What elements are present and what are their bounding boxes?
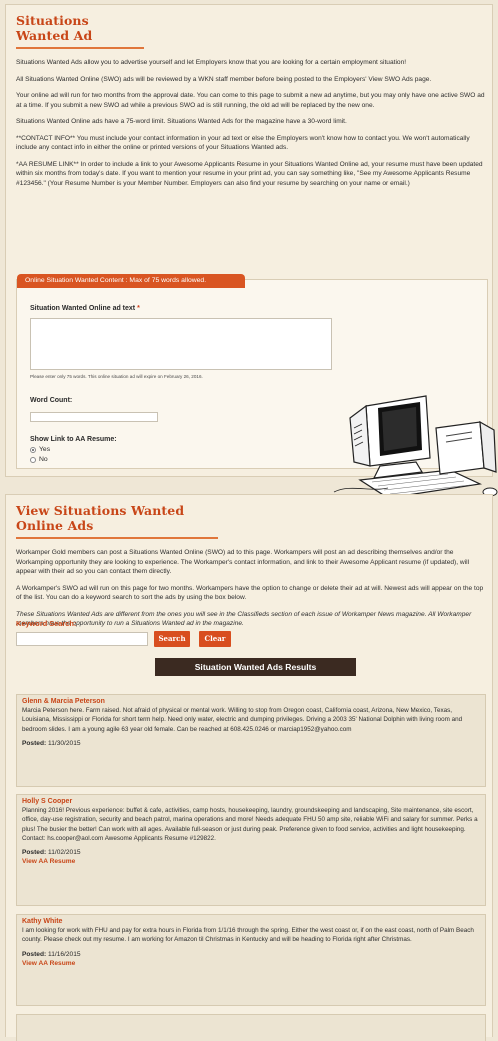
ad-card: Kathy White I am looking for work with F… xyxy=(16,914,486,1006)
resume-link-label: Show Link to AA Resume: xyxy=(30,436,117,443)
word-count-label: Word Count: xyxy=(30,397,73,404)
ad-text: Marcia Peterson here. Farm raised. Not a… xyxy=(22,707,463,733)
ad-text: Planning 2016! Previous experience: buff… xyxy=(22,807,478,842)
magazine-note: These Situations Wanted Ads are differen… xyxy=(16,610,472,628)
view-section-title: View Situations Wanted Online Ads xyxy=(16,503,218,539)
run-length-paragraph: A Workamper's SWO ad will run on this pa… xyxy=(16,584,484,602)
page-title: Situations Wanted Ad xyxy=(16,13,144,49)
ad-text-label: Situation Wanted Online ad text * xyxy=(30,305,140,312)
posted-date: 11/30/2015 xyxy=(48,739,81,747)
clear-button[interactable]: Clear xyxy=(199,631,231,647)
radio-no-label: No xyxy=(39,456,48,463)
word-limit-hint: Please enter only 75 words. This online … xyxy=(30,374,203,379)
view-resume-link[interactable]: View AA Resume xyxy=(22,858,479,865)
ad-posted: Posted: 11/30/2015 xyxy=(22,740,479,747)
ad-text-area[interactable] xyxy=(30,318,332,370)
ad-posted: Posted: 11/02/2015 xyxy=(22,849,479,856)
ad-name: Kathy White xyxy=(22,918,63,925)
resume-link-paragraph: *AA RESUME LINK** In order to include a … xyxy=(16,160,483,187)
review-paragraph: All Situations Wanted Online (SWO) ads w… xyxy=(16,75,432,83)
keyword-search-label: Keyword Search: xyxy=(16,619,77,628)
posted-label: Posted: xyxy=(22,849,47,857)
search-button[interactable]: Search xyxy=(154,631,190,647)
word-limit-paragraph: Situations Wanted Online ads have a 75-w… xyxy=(16,118,347,125)
ad-card: Glenn & Marcia Peterson Marcia Peterson … xyxy=(16,694,486,787)
view-situations-panel: View Situations Wanted Online Ads Workam… xyxy=(5,494,493,1041)
computer-illustration xyxy=(333,395,498,499)
ad-card xyxy=(16,1014,486,1041)
radio-no[interactable]: No xyxy=(30,456,48,463)
members-paragraph: Workamper Gold members can post a Situat… xyxy=(16,549,470,575)
ad-text: I am looking for work with FHU and pay f… xyxy=(22,927,474,944)
view-resume-link[interactable]: View AA Resume xyxy=(22,960,479,967)
contact-info-paragraph: **CONTACT INFO** You must include your c… xyxy=(16,134,470,152)
radio-yes-label: Yes xyxy=(39,446,51,453)
radio-no-button[interactable] xyxy=(30,456,36,463)
ad-name: Holly S Cooper xyxy=(22,798,73,805)
radio-yes-button[interactable] xyxy=(30,446,36,453)
duration-paragraph: Your online ad will run for two months f… xyxy=(16,92,485,109)
form-tab-label: Online Situation Wanted Content : Max of… xyxy=(17,274,245,288)
posted-label: Posted: xyxy=(22,950,47,958)
ad-text-label-text: Situation Wanted Online ad text xyxy=(30,305,136,312)
intro-paragraph: Situations Wanted Ads allow you to adver… xyxy=(16,59,407,66)
results-header: Situation Wanted Ads Results xyxy=(155,658,356,676)
posted-date: 11/02/2015 xyxy=(48,849,81,857)
keyword-search-input[interactable] xyxy=(16,632,148,646)
required-mark: * xyxy=(137,305,140,312)
ad-card: Holly S Cooper Planning 2016! Previous e… xyxy=(16,794,486,906)
word-count-field[interactable] xyxy=(30,412,158,422)
posted-date: 11/16/2015 xyxy=(48,950,81,958)
ad-posted: Posted: 11/16/2015 xyxy=(22,951,479,958)
ad-name: Glenn & Marcia Peterson xyxy=(22,698,105,705)
radio-yes[interactable]: Yes xyxy=(30,446,50,453)
posted-label: Posted: xyxy=(22,739,47,747)
